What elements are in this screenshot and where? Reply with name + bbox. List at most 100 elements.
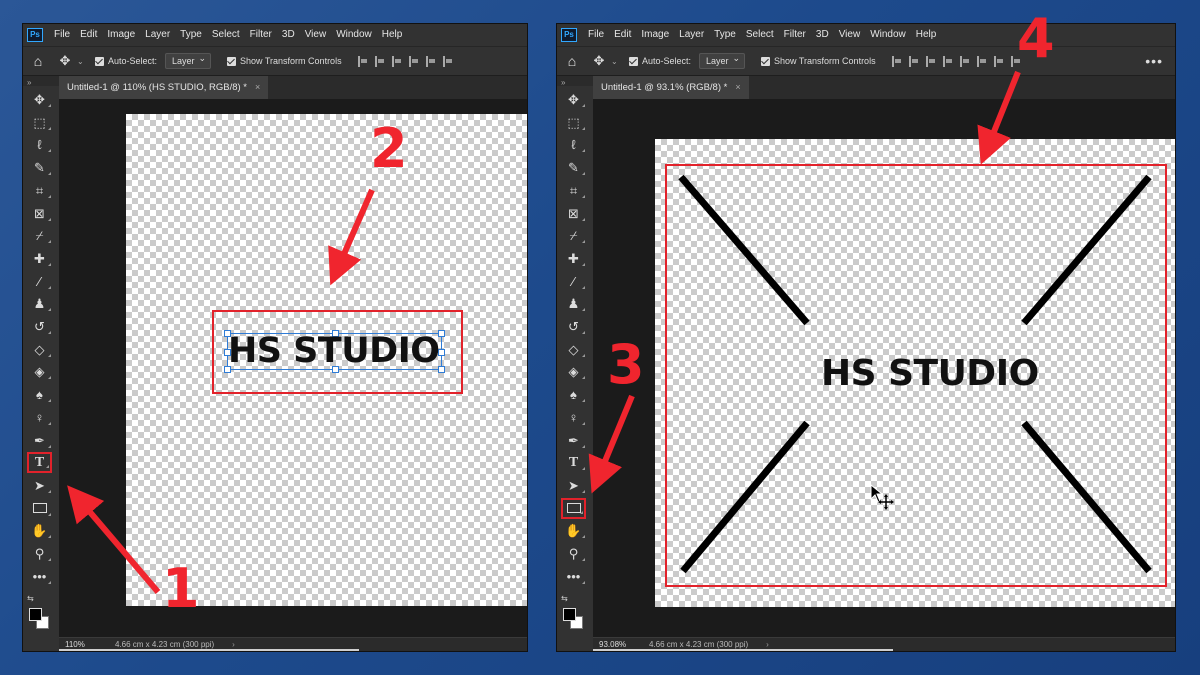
eyedropper-tool[interactable]: ⌿ xyxy=(27,225,52,246)
align-bottom-icon[interactable] xyxy=(442,55,453,67)
document-tab[interactable]: Untitled-1 @ 110% (HS STUDIO, RGB/8) * × xyxy=(59,76,269,99)
lasso-tool[interactable]: ℓ xyxy=(561,134,586,155)
more-tools[interactable]: ••• xyxy=(27,566,52,587)
history-brush-tool[interactable]: ↺ xyxy=(561,316,586,337)
move-tool[interactable]: ✥ xyxy=(561,89,586,110)
stamp-tool[interactable]: ♟ xyxy=(561,293,586,314)
healing-tool[interactable]: ✚ xyxy=(561,248,586,269)
home-icon[interactable]: ⌂ xyxy=(23,53,53,69)
pen-tool[interactable]: ✒ xyxy=(561,430,586,451)
menu-view[interactable]: View xyxy=(300,24,332,46)
menu-filter[interactable]: Filter xyxy=(245,24,277,46)
hand-tool[interactable]: ✋ xyxy=(27,520,52,541)
swap-colors-icon[interactable]: ⇆ xyxy=(27,594,34,603)
move-tool-preset-icon[interactable]: ✥ xyxy=(53,53,77,69)
align-middle-icon[interactable] xyxy=(425,55,436,67)
blur-tool[interactable]: ♠ xyxy=(561,384,586,405)
zoom-level[interactable]: 93.08% xyxy=(593,640,639,649)
chevron-right-icon[interactable]: › xyxy=(232,640,235,649)
stamp-tool[interactable]: ♟ xyxy=(27,293,52,314)
auto-select-dropdown[interactable]: Layer xyxy=(165,51,212,69)
zoom-level[interactable]: 110% xyxy=(59,640,105,649)
menu-select[interactable]: Select xyxy=(741,24,779,46)
distribute-icon[interactable] xyxy=(993,55,1004,67)
menu-window[interactable]: Window xyxy=(331,24,377,46)
document-canvas[interactable]: HS STUDIO xyxy=(655,139,1175,607)
zoom-tool[interactable]: ⚲ xyxy=(561,543,586,564)
healing-tool[interactable]: ✚ xyxy=(27,248,52,269)
menu-filter[interactable]: Filter xyxy=(779,24,811,46)
align-right-icon[interactable] xyxy=(925,55,936,67)
type-tool[interactable]: T xyxy=(27,452,52,474)
close-icon[interactable]: × xyxy=(735,76,740,99)
align-right-icon[interactable] xyxy=(391,55,402,67)
more-options-icon[interactable]: ••• xyxy=(1145,53,1163,69)
menu-3d[interactable]: 3D xyxy=(811,24,834,46)
align-top-icon[interactable] xyxy=(408,55,419,67)
crop-tool[interactable]: ⌗ xyxy=(561,180,586,201)
history-brush-tool[interactable]: ↺ xyxy=(27,316,52,337)
bucket-tool[interactable]: ◈ xyxy=(27,361,52,382)
document-tab[interactable]: Untitled-1 @ 93.1% (RGB/8) * × xyxy=(593,76,749,99)
rectangle-tool[interactable] xyxy=(561,497,586,519)
eraser-tool[interactable]: ◇ xyxy=(27,339,52,360)
auto-select-dropdown[interactable]: Layer xyxy=(699,51,746,69)
align-center-icon[interactable] xyxy=(908,55,919,67)
eyedropper-tool[interactable]: ⌿ xyxy=(561,225,586,246)
type-tool[interactable]: T xyxy=(561,452,586,473)
blur-tool[interactable]: ♠ xyxy=(27,384,52,405)
menu-file[interactable]: File xyxy=(49,24,75,46)
marquee-tool[interactable]: ⬚ xyxy=(561,112,586,133)
canvas-area[interactable]: HS STUDIO xyxy=(59,99,527,637)
menu-help[interactable]: Help xyxy=(911,24,942,46)
crop-tool[interactable]: ⌗ xyxy=(27,180,52,201)
chevron-down-icon[interactable]: ⌄ xyxy=(611,57,625,66)
hand-tool[interactable]: ✋ xyxy=(561,520,586,541)
foreground-color-swatch[interactable] xyxy=(563,608,576,622)
chevron-down-icon[interactable]: ⌄ xyxy=(77,57,91,66)
auto-select-checkbox[interactable] xyxy=(629,56,638,66)
dodge-tool[interactable]: ♀ xyxy=(27,407,52,428)
bucket-tool[interactable]: ◈ xyxy=(561,361,586,382)
show-transform-checkbox[interactable] xyxy=(761,56,771,66)
menu-layer[interactable]: Layer xyxy=(140,24,175,46)
align-left-icon[interactable] xyxy=(891,55,902,67)
menu-edit[interactable]: Edit xyxy=(75,24,102,46)
foreground-color-swatch[interactable] xyxy=(29,608,42,622)
menu-layer[interactable]: Layer xyxy=(674,24,709,46)
menu-type[interactable]: Type xyxy=(175,24,207,46)
align-center-icon[interactable] xyxy=(374,55,385,67)
brush-tool[interactable]: ⁄ xyxy=(561,271,586,292)
canvas-area[interactable]: HS STUDIO xyxy=(593,99,1175,637)
chevron-right-icon[interactable]: › xyxy=(766,640,769,649)
menu-file[interactable]: File xyxy=(583,24,609,46)
auto-select-checkbox[interactable] xyxy=(95,56,104,66)
document-canvas[interactable]: HS STUDIO xyxy=(126,114,527,606)
lasso-tool[interactable]: ℓ xyxy=(27,134,52,155)
align-left-icon[interactable] xyxy=(357,55,368,67)
menu-image[interactable]: Image xyxy=(102,24,140,46)
move-tool[interactable]: ✥ xyxy=(27,89,52,110)
rectangle-tool[interactable] xyxy=(27,498,52,519)
marquee-tool[interactable]: ⬚ xyxy=(27,112,52,133)
quick-select-tool[interactable]: ✎ xyxy=(561,157,586,178)
menu-view[interactable]: View xyxy=(834,24,866,46)
swap-colors-icon[interactable]: ⇆ xyxy=(561,594,568,603)
frame-tool[interactable]: ⊠ xyxy=(27,203,52,224)
align-middle-icon[interactable] xyxy=(959,55,970,67)
brush-tool[interactable]: ⁄ xyxy=(27,271,52,292)
menu-window[interactable]: Window xyxy=(865,24,911,46)
frame-tool[interactable]: ⊠ xyxy=(561,203,586,224)
quick-select-tool[interactable]: ✎ xyxy=(27,157,52,178)
more-tools[interactable]: ••• xyxy=(561,566,586,587)
path-select-tool[interactable]: ➤ xyxy=(561,475,586,496)
eraser-tool[interactable]: ◇ xyxy=(561,339,586,360)
show-transform-checkbox[interactable] xyxy=(227,56,237,66)
menu-select[interactable]: Select xyxy=(207,24,245,46)
align-top-icon[interactable] xyxy=(942,55,953,67)
path-select-tool[interactable]: ➤ xyxy=(27,475,52,496)
close-icon[interactable]: × xyxy=(255,76,260,99)
menu-edit[interactable]: Edit xyxy=(609,24,636,46)
menu-3d[interactable]: 3D xyxy=(277,24,300,46)
menu-type[interactable]: Type xyxy=(709,24,741,46)
